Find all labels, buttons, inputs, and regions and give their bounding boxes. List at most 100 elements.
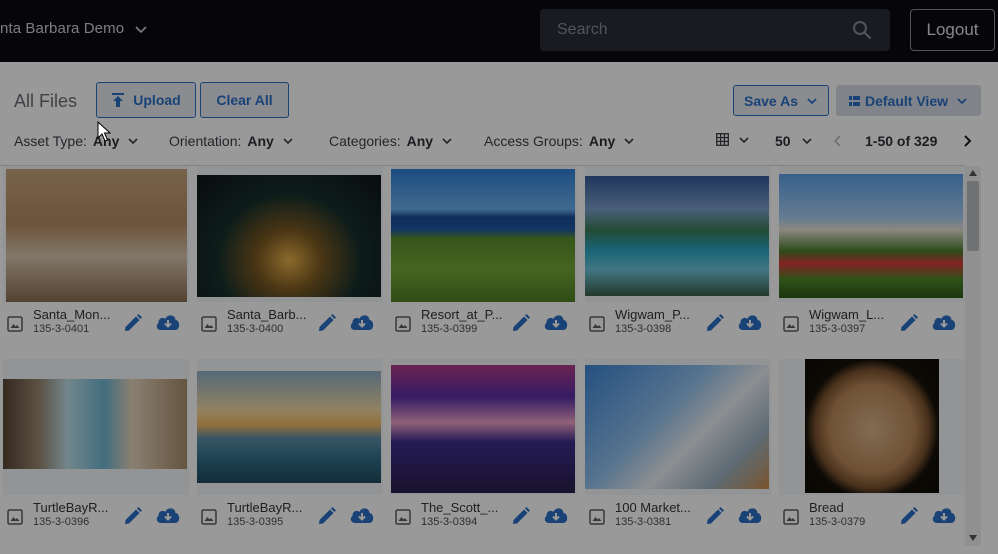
asset-name[interactable]: The_Scott_... <box>421 500 498 515</box>
asset-name[interactable]: Wigwam_L... <box>809 307 884 322</box>
upload-label: Upload <box>133 92 181 108</box>
upload-button[interactable]: Upload <box>96 82 196 118</box>
pencil-icon[interactable] <box>317 313 337 333</box>
asset-card[interactable]: TurtleBayR... 135-3-0396 <box>3 359 189 539</box>
asset-thumbnail[interactable] <box>197 175 381 297</box>
asset-name[interactable]: TurtleBayR... <box>227 500 302 515</box>
pencil-icon[interactable] <box>511 313 531 333</box>
thumbnail-frame[interactable] <box>3 359 189 495</box>
search-box[interactable] <box>540 9 890 51</box>
cursor-icon <box>97 121 111 142</box>
pencil-icon[interactable] <box>123 506 143 526</box>
image-type-icon <box>589 509 605 525</box>
pencil-icon[interactable] <box>123 313 143 333</box>
asset-card[interactable]: Bread 135-3-0379 <box>779 359 965 539</box>
asset-card[interactable]: Wigwam_L... 135-3-0397 <box>779 166 965 346</box>
thumbnail-frame[interactable] <box>779 359 965 495</box>
asset-thumbnail[interactable] <box>391 365 575 493</box>
asset-name[interactable]: TurtleBayR... <box>33 500 108 515</box>
asset-thumbnail[interactable] <box>805 359 939 493</box>
asset-id: 135-3-0395 <box>227 516 284 528</box>
asset-card[interactable]: Santa_Mon... 135-3-0401 <box>3 166 189 346</box>
asset-thumbnail[interactable] <box>391 169 575 302</box>
asset-name[interactable]: 100 Market... <box>615 500 691 515</box>
thumbnail-frame[interactable] <box>585 166 771 302</box>
filter-categories[interactable]: Categories: Any <box>329 133 453 149</box>
asset-thumbnail[interactable] <box>585 365 769 489</box>
asset-thumbnail[interactable] <box>585 176 769 296</box>
filter-access-groups[interactable]: Access Groups: Any <box>484 133 635 149</box>
pencil-icon[interactable] <box>317 506 337 526</box>
pencil-icon[interactable] <box>899 313 919 333</box>
asset-thumbnail[interactable] <box>197 371 381 483</box>
pencil-icon[interactable] <box>899 506 919 526</box>
chevron-down-icon <box>739 136 749 143</box>
page-range: 1-50 of 329 <box>865 133 938 149</box>
cloud-download-icon[interactable] <box>155 504 181 526</box>
default-view-button[interactable]: Default View <box>836 85 981 116</box>
scrollbar[interactable] <box>965 166 981 546</box>
chevron-down-icon <box>283 138 293 145</box>
thumbnail-frame[interactable] <box>3 166 189 302</box>
save-as-button[interactable]: Save As <box>733 85 829 116</box>
grid-view-toggle[interactable] <box>716 133 750 146</box>
pencil-icon[interactable] <box>705 506 725 526</box>
logout-button[interactable]: Logout <box>910 9 995 51</box>
asset-name[interactable]: Resort_at_P... <box>421 307 502 322</box>
asset-name[interactable]: Bread <box>809 500 844 515</box>
thumbnail-frame[interactable] <box>197 359 383 495</box>
filter-orientation[interactable]: Orientation: Any <box>169 133 294 149</box>
page-title: All Files <box>14 91 78 111</box>
thumbnail-frame[interactable] <box>779 166 965 302</box>
search-icon[interactable] <box>852 20 872 40</box>
top-bar: nta Barbara Demo Logout <box>0 0 998 62</box>
asset-card[interactable]: Wigwam_P... 135-3-0398 <box>585 166 771 346</box>
pencil-icon[interactable] <box>705 313 725 333</box>
asset-id: 135-3-0381 <box>615 516 672 528</box>
image-type-icon <box>589 316 605 332</box>
cloud-download-icon[interactable] <box>543 504 569 526</box>
cloud-download-icon[interactable] <box>155 311 181 333</box>
asset-card[interactable]: Santa_Barb... 135-3-0400 <box>197 166 383 346</box>
cloud-download-icon[interactable] <box>543 311 569 333</box>
image-type-icon <box>201 509 217 525</box>
asset-card[interactable]: Resort_at_P... 135-3-0399 <box>391 166 577 346</box>
filter-asset-type[interactable]: Asset Type: Any <box>14 133 139 149</box>
asset-id: 135-3-0399 <box>421 323 478 335</box>
thumbnail-frame[interactable] <box>391 166 577 302</box>
upload-icon <box>112 93 125 107</box>
cloud-download-icon[interactable] <box>737 504 763 526</box>
scroll-down-icon[interactable] <box>968 534 978 542</box>
filter-label: Orientation: <box>169 133 242 149</box>
thumbnail-frame[interactable] <box>391 359 577 495</box>
cloud-download-icon[interactable] <box>931 504 957 526</box>
chevron-down-icon <box>807 97 817 104</box>
chevron-down-icon <box>442 138 452 145</box>
pencil-icon[interactable] <box>511 506 531 526</box>
asset-card[interactable]: 100 Market... 135-3-0381 <box>585 359 771 539</box>
cloud-download-icon[interactable] <box>349 504 375 526</box>
asset-thumbnail[interactable] <box>779 174 963 298</box>
chevron-down-icon[interactable] <box>134 22 148 38</box>
asset-id: 135-3-0400 <box>227 323 284 335</box>
asset-name[interactable]: Santa_Mon... <box>33 307 110 322</box>
workspace-name[interactable]: nta Barbara Demo <box>0 20 124 37</box>
thumbnail-frame[interactable] <box>197 166 383 302</box>
cloud-download-icon[interactable] <box>931 311 957 333</box>
chevron-right-icon[interactable] <box>961 134 973 148</box>
thumbnail-frame[interactable] <box>585 359 771 495</box>
search-input[interactable] <box>540 9 840 51</box>
asset-name[interactable]: Santa_Barb... <box>227 307 307 322</box>
asset-thumbnail[interactable] <box>3 379 187 469</box>
scroll-thumb[interactable] <box>967 181 979 251</box>
per-page-select[interactable]: 50 <box>775 133 813 149</box>
asset-card[interactable]: The_Scott_... 135-3-0394 <box>391 359 577 539</box>
asset-thumbnail[interactable] <box>6 169 187 302</box>
scroll-up-icon[interactable] <box>968 169 978 177</box>
chevron-left-icon[interactable] <box>832 134 844 148</box>
clear-all-button[interactable]: Clear All <box>200 82 289 118</box>
cloud-download-icon[interactable] <box>737 311 763 333</box>
asset-name[interactable]: Wigwam_P... <box>615 307 690 322</box>
cloud-download-icon[interactable] <box>349 311 375 333</box>
asset-card[interactable]: TurtleBayR... 135-3-0395 <box>197 359 383 539</box>
